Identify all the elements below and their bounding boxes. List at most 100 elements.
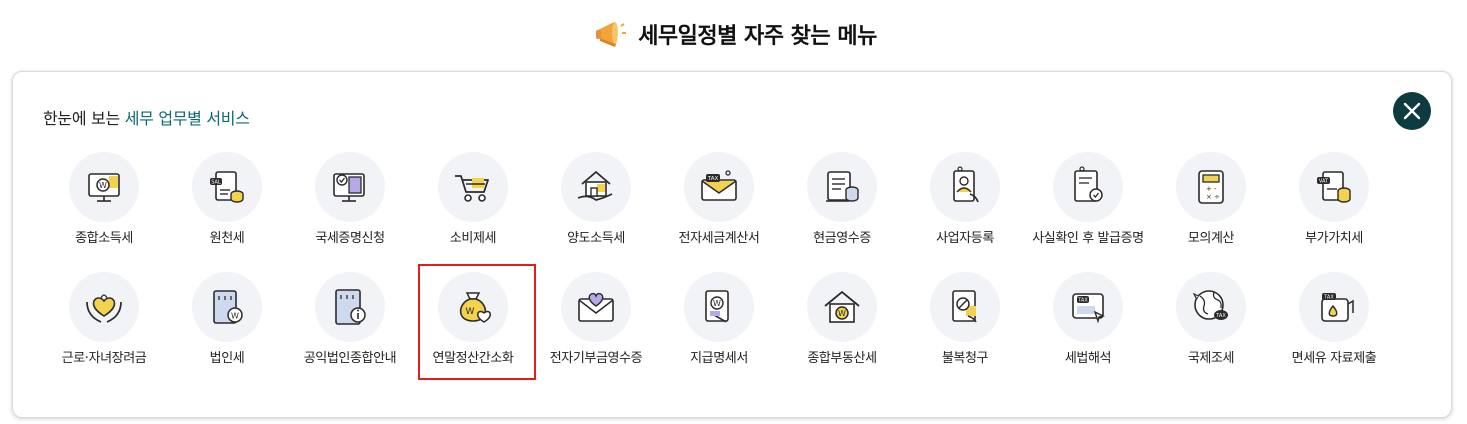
service-item-label: 세법해석 [1064, 351, 1112, 366]
heart-envelope-icon [578, 292, 614, 322]
page-title-bar: 세무일정별 자주 찾는 메뉴 [0, 14, 1467, 54]
building-info-icon [335, 289, 366, 325]
service-item-label: 종합부동산세 [807, 351, 877, 366]
shopping-cart-icon [455, 175, 489, 202]
service-item[interactable]: 사업자등록 [904, 152, 1026, 270]
hands-heart-icon [86, 294, 122, 323]
monitor-document-icon [333, 173, 365, 202]
service-row: 근로·자녀장려금 W 법인세 공익법인종합안내 W 연말정산간소화 전자기부금영수증 W 지급명… [43, 272, 1393, 392]
svg-text:+: + [1206, 185, 1212, 193]
service-item-label: 소비제세 [449, 231, 497, 246]
service-item-label: 면세유 자료제출 [1291, 351, 1377, 366]
service-icon-circle [315, 152, 385, 222]
service-item-label: 사업자등록 [936, 231, 994, 246]
svg-text:TAX: TAX [1215, 313, 1226, 319]
service-item[interactable]: 불복청구 [904, 272, 1026, 390]
service-item[interactable]: 근로·자녀장려금 [43, 272, 165, 390]
service-item-label: 연말정산간소화 [432, 351, 514, 366]
service-item-label: 양도소득세 [567, 231, 625, 246]
service-item[interactable]: VAT 부가가치세 [1273, 152, 1395, 270]
service-item[interactable]: TAX 세법해석 [1027, 272, 1149, 390]
service-item-label: 원천세 [209, 231, 245, 246]
service-item-label: 지급명세서 [690, 351, 748, 366]
svg-text:W: W [838, 309, 846, 318]
service-icon-circle: + - × ÷ [1176, 152, 1246, 222]
svg-text:W: W [99, 181, 107, 190]
service-item[interactable]: 사실확인 후 발급증명 [1027, 152, 1149, 270]
service-icon-circle: TAX [1299, 272, 1369, 342]
service-icon-circle: TAX [1053, 272, 1123, 342]
house-won-icon: W [824, 290, 860, 323]
svg-text:TAX: TAX [1323, 295, 1334, 301]
service-icon-circle [315, 272, 385, 342]
svg-text:TAX: TAX [1077, 298, 1088, 304]
svg-text:×: × [1206, 193, 1212, 201]
service-item-label: 공익법인종합안내 [303, 351, 397, 366]
svg-text:W: W [231, 312, 239, 321]
panel-heading-accent: 세무 업무별 서비스 [124, 109, 250, 128]
vat-coins-icon: VAT [1317, 171, 1351, 203]
service-item-label: 국제조세 [1187, 351, 1235, 366]
service-item[interactable]: W 지급명세서 [658, 272, 780, 390]
service-icon-circle: W [192, 272, 262, 342]
service-panel: 한눈에 보는 세무 업무별 서비스 W 종합소득세 SAL 원천세 국세증명신청 소비제세… [12, 71, 1452, 418]
service-item[interactable]: W 연말정산간소화 [412, 272, 534, 390]
oil-can-icon: TAX [1321, 293, 1354, 322]
money-bag-icon: W [459, 292, 491, 323]
service-item[interactable]: 국세증명신청 [289, 152, 411, 270]
service-item[interactable]: 현금영수증 [781, 152, 903, 270]
service-item[interactable]: 소비제세 [412, 152, 534, 270]
svg-text:SAL: SAL [211, 180, 221, 186]
service-item-label: 현금영수증 [813, 231, 871, 246]
service-icon-circle [930, 152, 1000, 222]
service-item-label: 전자기부금영수증 [549, 351, 643, 366]
certificate-icon [1074, 166, 1103, 202]
service-icon-circle: W [69, 152, 139, 222]
service-item[interactable]: 공익법인종합안내 [289, 272, 411, 390]
monitor-won-icon: W [88, 173, 120, 202]
svg-text:VAT: VAT [1319, 179, 1329, 185]
service-item[interactable]: 양도소득세 [535, 152, 657, 270]
service-icon-circle: W [684, 272, 754, 342]
calculator-icon: + -× ÷ [1198, 170, 1224, 204]
receipt-coins-icon [826, 171, 859, 202]
service-icon-circle [930, 272, 1000, 342]
service-icon-circle [438, 152, 508, 222]
megaphone-icon [596, 22, 627, 47]
id-card-hand-icon [953, 166, 979, 203]
document-hand-icon: W [705, 290, 729, 323]
service-item[interactable]: + - × ÷ 모의계산 [1150, 152, 1272, 270]
svg-text:TAX: TAX [707, 176, 719, 182]
svg-text:W: W [466, 307, 475, 317]
service-icon-circle [1053, 152, 1123, 222]
svg-text:W: W [713, 299, 721, 308]
service-icon-circle: TAX [1176, 272, 1246, 342]
service-item-label: 국세증명신청 [315, 231, 385, 246]
sal-coins-icon: SAL [210, 171, 244, 203]
panel-heading-prefix: 한눈에 보는 [43, 109, 125, 128]
service-item[interactable]: SAL 원천세 [166, 152, 288, 270]
service-item[interactable]: TAX 면세유 자료제출 [1273, 272, 1395, 390]
document-stop-icon [952, 290, 977, 323]
service-item-label: 근로·자녀장려금 [61, 351, 147, 366]
globe-tax-icon: TAX [1192, 290, 1228, 320]
service-icon-circle [561, 152, 631, 222]
service-item[interactable]: 전자기부금영수증 [535, 272, 657, 390]
service-icon-circle: W [807, 272, 877, 342]
service-item-label: 법인세 [209, 351, 245, 366]
service-item-label: 사실확인 후 발급증명 [1032, 231, 1144, 246]
service-item-label: 모의계산 [1187, 231, 1235, 246]
service-icon-circle: VAT [1299, 152, 1369, 222]
service-icon-circle [69, 272, 139, 342]
tax-envelope-icon: TAX [701, 170, 737, 201]
service-icon-circle: SAL [192, 152, 262, 222]
service-item[interactable]: W 법인세 [166, 272, 288, 390]
service-item-label: 불복청구 [941, 351, 989, 366]
service-item[interactable]: W 종합부동산세 [781, 272, 903, 390]
service-row: W 종합소득세 SAL 원천세 국세증명신청 소비제세 양도소득세 TAX 전자세금계산서 현금영… [43, 152, 1393, 272]
service-item-label: 전자세금계산서 [678, 231, 760, 246]
service-item[interactable]: W 종합소득세 [43, 152, 165, 270]
close-button[interactable] [1393, 92, 1431, 130]
service-item[interactable]: TAX 전자세금계산서 [658, 152, 780, 270]
service-item[interactable]: TAX 국제조세 [1150, 272, 1272, 390]
